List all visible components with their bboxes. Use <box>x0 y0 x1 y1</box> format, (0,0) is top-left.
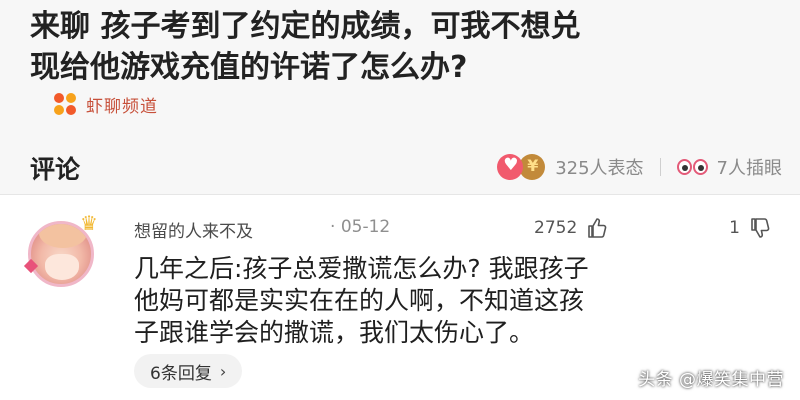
four-dots-logo-icon <box>54 93 76 115</box>
chevron-right-icon: › <box>219 361 227 381</box>
username[interactable]: 想留的人来不及 <box>134 217 253 242</box>
post-title-line: 现给他游戏充值的许诺了怎么办? <box>30 50 468 85</box>
watermark: 头条 @爆笑集中营 <box>638 370 784 390</box>
thumbs-up-icon <box>588 218 607 238</box>
reactions-count[interactable]: 325人表态 <box>555 154 643 180</box>
dislike-button[interactable]: 1 <box>729 217 770 239</box>
crown-icon: ♛ <box>80 211 98 235</box>
comment-meta: 想留的人来不及 · 05-12 2752 1 <box>134 217 770 243</box>
reply-label: 6条回复 <box>150 363 212 384</box>
meta-separator: · <box>330 217 336 237</box>
money-emoji-icon <box>519 154 546 180</box>
like-count: 2752 <box>534 218 578 238</box>
dislike-count: 1 <box>729 218 740 238</box>
date-text: 05-12 <box>340 217 391 237</box>
avatar[interactable]: ♛ <box>22 213 104 295</box>
eyes-icon <box>676 157 711 177</box>
source-channel[interactable]: 虾聊频道 <box>54 91 158 117</box>
view-replies-button[interactable]: 6条回复 › <box>134 354 243 388</box>
watch-count[interactable]: 7人插眼 <box>717 154 782 180</box>
comment-text-line: 他妈可都是实实在在的人啊，不知道这孩 <box>134 286 585 315</box>
thumbs-down-icon <box>751 218 770 238</box>
comment-heading: 评论 <box>30 155 81 184</box>
post-title-line: 来聊 孩子考到了约定的成绩，可我不想兑 <box>30 9 581 44</box>
reactions-summary[interactable]: 325人表态 7人插眼 <box>497 152 782 182</box>
post-title: 来聊 孩子考到了约定的成绩，可我不想兑 现给他游戏充值的许诺了怎么办? <box>30 6 790 88</box>
comment-bar: 评论 325人表态 7人插眼 <box>0 142 800 195</box>
source-name[interactable]: 虾聊频道 <box>86 92 158 117</box>
comment-item: ♛ 想留的人来不及 · 05-12 2752 1 几年之后:孩子总爱撒谎怎么办?… <box>0 195 800 400</box>
page: 来聊 孩子考到了约定的成绩，可我不想兑 现给他游戏充值的许诺了怎么办? 虾聊频道… <box>0 0 800 400</box>
comment-date: · 05-12 <box>330 217 390 237</box>
comment-text: 几年之后:孩子总爱撒谎怎么办? 我跟孩子 他妈可都是实实在在的人啊，不知道这孩 … <box>134 253 774 349</box>
comment-text-line: 几年之后:孩子总爱撒谎怎么办? 我跟孩子 <box>134 254 589 283</box>
article-header: 来聊 孩子考到了约定的成绩，可我不想兑 现给他游戏充值的许诺了怎么办? 虾聊频道 <box>0 0 800 142</box>
heart-emoji-icon <box>497 154 524 180</box>
comment-text-line: 子跟谁学会的撒谎，我们太伤心了。 <box>134 318 535 347</box>
like-button[interactable]: 2752 <box>534 217 607 239</box>
divider <box>659 158 661 176</box>
